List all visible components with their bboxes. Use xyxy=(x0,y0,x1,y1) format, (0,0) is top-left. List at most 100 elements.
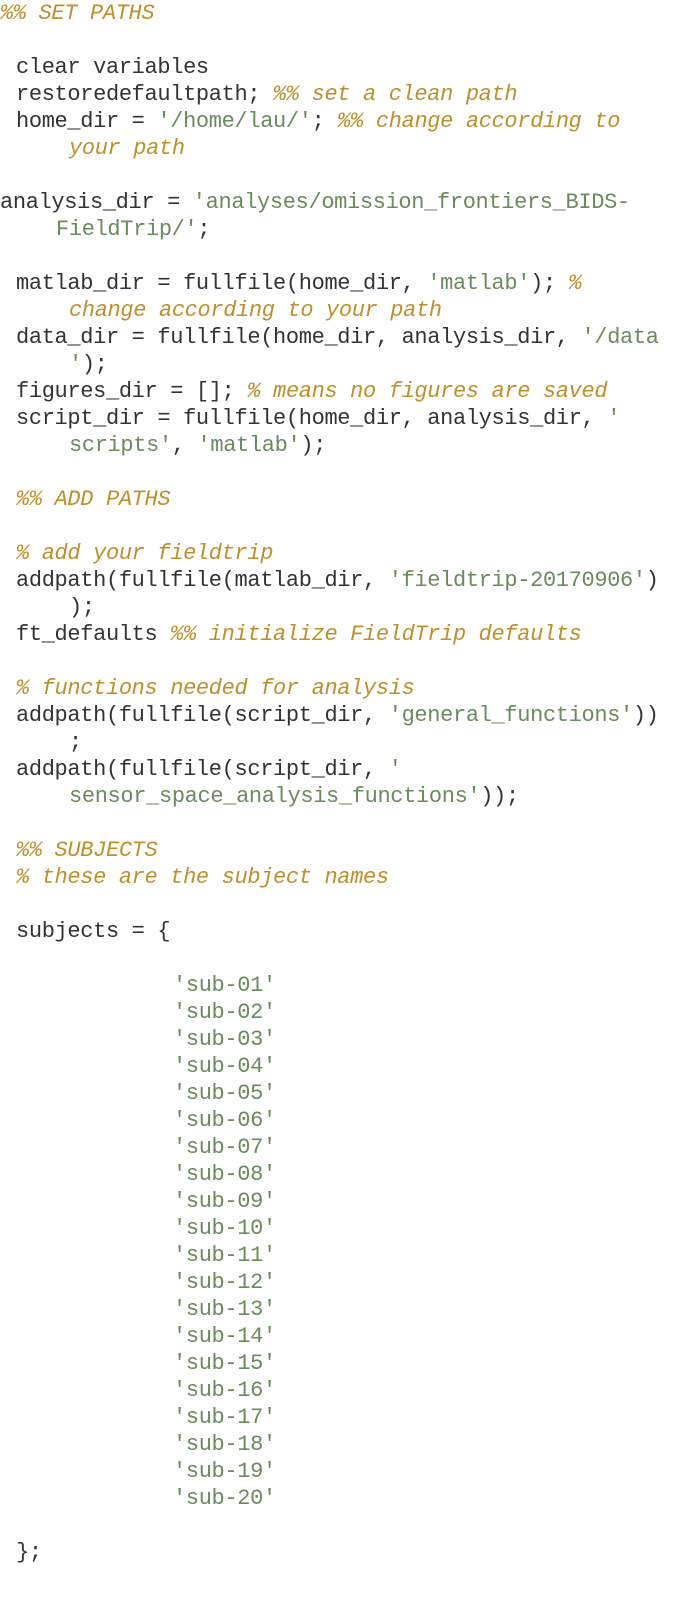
code-line: 'sub-19' xyxy=(0,1458,680,1485)
code-token-string: ' xyxy=(388,757,402,782)
code-token-string: 'sub-12' xyxy=(173,1270,276,1295)
code-token-comment: %% ADD PATHS xyxy=(16,487,171,512)
code-token-comment: %% SUBJECTS xyxy=(16,838,158,863)
code-line: %% ADD PATHS xyxy=(0,486,680,513)
code-line: addpath(fullfile(script_dir, 'general_fu… xyxy=(0,702,680,729)
code-line: 'sub-12' xyxy=(0,1269,680,1296)
code-line: 'sub-05' xyxy=(0,1080,680,1107)
code-line: 'sub-16' xyxy=(0,1377,680,1404)
code-token-code: ) xyxy=(645,568,659,593)
code-token-code: )) xyxy=(632,703,659,728)
code-token-code: ); xyxy=(69,595,95,620)
code-token-code: figures_dir = []; xyxy=(16,379,248,404)
code-token-code: ft_defaults xyxy=(16,622,171,647)
code-token-code: addpath(fullfile(script_dir, xyxy=(16,703,389,728)
code-token-code: analysis_dir = xyxy=(0,190,193,215)
code-line: 'sub-17' xyxy=(0,1404,680,1431)
code-line: }; xyxy=(0,1539,680,1566)
code-line: sensor_space_analysis_functions')); xyxy=(0,783,680,810)
code-line: FieldTrip/'; xyxy=(0,216,680,243)
code-token-string: 'sub-10' xyxy=(173,1216,276,1241)
code-token-string: FieldTrip/' xyxy=(56,217,198,242)
code-line: scripts', 'matlab'); xyxy=(0,432,680,459)
code-line: 'sub-11' xyxy=(0,1242,680,1269)
code-line: change according to your path xyxy=(0,297,680,324)
code-token-code: home_dir = xyxy=(16,109,158,134)
code-line: %% SET PATHS xyxy=(0,0,680,27)
code-line: % these are the subject names xyxy=(0,864,680,891)
code-token-string: 'sub-19' xyxy=(173,1459,276,1484)
code-line: restoredefaultpath; %% set a clean path xyxy=(0,81,680,108)
code-token-string: 'sub-11' xyxy=(173,1243,276,1268)
code-token-comment: % means no figures are saved xyxy=(247,379,608,404)
code-line: 'sub-15' xyxy=(0,1350,680,1377)
code-token-string: sensor_space_analysis_functions' xyxy=(69,784,481,809)
code-line: your path xyxy=(0,135,680,162)
code-line: matlab_dir = fullfile(home_dir, 'matlab'… xyxy=(0,270,680,297)
code-token-string: ' xyxy=(69,352,82,377)
code-line: data_dir = fullfile(home_dir, analysis_d… xyxy=(0,324,680,351)
code-token-code: matlab_dir = fullfile(home_dir, xyxy=(16,271,428,296)
code-token-string: 'fieldtrip-20170906' xyxy=(388,568,646,593)
code-token-string: 'sub-02' xyxy=(173,1000,276,1025)
code-token-string: 'sub-06' xyxy=(173,1108,276,1133)
code-token-string: ' xyxy=(607,406,621,431)
code-token-string: 'matlab' xyxy=(197,433,301,458)
code-line: script_dir = fullfile(home_dir, analysis… xyxy=(0,405,680,432)
code-token-comment: %% SET PATHS xyxy=(0,1,155,26)
code-token-code: clear variables xyxy=(16,55,209,80)
code-token-string: 'sub-13' xyxy=(173,1297,276,1322)
code-line: home_dir = '/home/lau/'; %% change accor… xyxy=(0,108,680,135)
code-line: 'sub-06' xyxy=(0,1107,680,1134)
code-token-code: ); xyxy=(300,433,327,458)
code-token-string: 'sub-14' xyxy=(173,1324,276,1349)
code-token-code: ; xyxy=(197,217,211,242)
code-token-string: 'matlab' xyxy=(427,271,531,296)
code-token-string: 'sub-03' xyxy=(173,1027,276,1052)
code-token-string: '/data xyxy=(581,325,659,350)
code-line: clear variables xyxy=(0,54,680,81)
code-token-code: }; xyxy=(16,1540,42,1565)
code-token-string: 'sub-17' xyxy=(173,1405,276,1430)
code-line: 'sub-18' xyxy=(0,1431,680,1458)
code-line: 'sub-02' xyxy=(0,999,680,1026)
code-token-comment: your path xyxy=(69,136,185,161)
code-token-code: )); xyxy=(480,784,519,809)
code-token-comment: %% change according to xyxy=(337,109,621,134)
code-line: 'sub-10' xyxy=(0,1215,680,1242)
code-line: 'sub-03' xyxy=(0,1026,680,1053)
code-token-comment: %% initialize FieldTrip defaults xyxy=(170,622,582,647)
code-line: 'sub-08' xyxy=(0,1161,680,1188)
code-token-comment: % add your fieldtrip xyxy=(16,541,274,566)
code-token-code: addpath(fullfile(script_dir, xyxy=(16,757,389,782)
code-token-comment: %% set a clean path xyxy=(273,82,518,107)
code-token-string: 'sub-04' xyxy=(173,1054,276,1079)
code-token-comment: % functions needed for analysis xyxy=(16,676,415,701)
code-token-string: 'sub-16' xyxy=(173,1378,276,1403)
code-token-string: 'sub-07' xyxy=(173,1135,276,1160)
code-token-code: ); xyxy=(530,271,569,296)
code-token-string: 'general_functions' xyxy=(388,703,634,728)
code-line: subjects = { xyxy=(0,918,680,945)
code-token-comment: % xyxy=(568,271,582,296)
code-token-code: ); xyxy=(81,352,108,377)
code-line: addpath(fullfile(matlab_dir, 'fieldtrip-… xyxy=(0,567,680,594)
code-line: %% SUBJECTS xyxy=(0,837,680,864)
code-line: 'sub-09' xyxy=(0,1188,680,1215)
code-line: '); xyxy=(0,351,680,378)
matlab-code-listing: %% SET PATHS clear variables restoredefau… xyxy=(0,0,680,1599)
code-line: ; xyxy=(0,729,680,756)
code-token-string: 'sub-05' xyxy=(173,1081,276,1106)
code-line: ); xyxy=(0,594,680,621)
code-line: 'sub-07' xyxy=(0,1134,680,1161)
code-token-comment: % these are the subject names xyxy=(16,865,389,890)
code-token-code: subjects = { xyxy=(16,919,171,944)
